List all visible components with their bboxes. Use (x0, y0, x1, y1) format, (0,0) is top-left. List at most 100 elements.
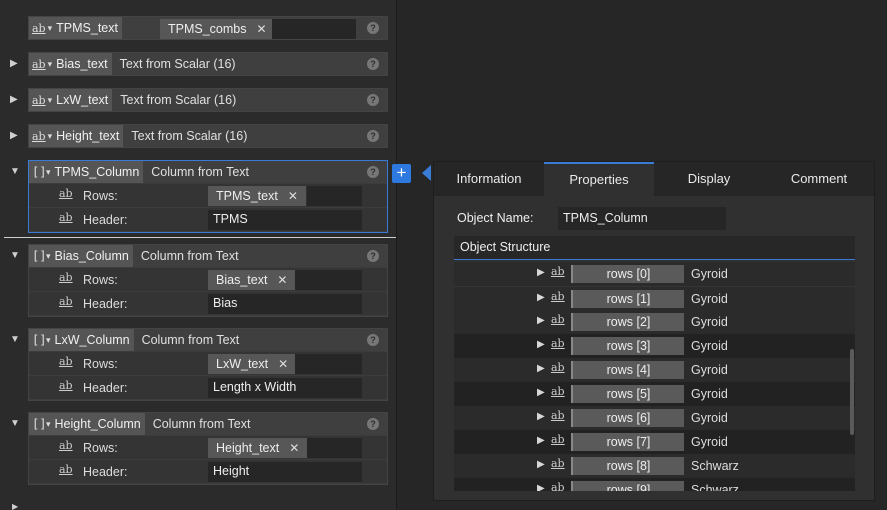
row-label: rows [9] (571, 481, 684, 491)
expand-arrow-icon[interactable]: ▶ (537, 315, 545, 326)
text-type-icon: ab (551, 385, 565, 398)
row-value: Gyroid (691, 315, 728, 329)
expand-arrow-icon[interactable]: ▶ (537, 483, 545, 491)
input-field[interactable] (307, 186, 362, 206)
scrollbar[interactable] (850, 349, 854, 435)
collapse-arrow-icon[interactable]: ▼ (10, 334, 20, 345)
structure-row[interactable]: ▶ ab rows [5] Gyroid (454, 382, 855, 406)
help-icon[interactable]: ? (367, 418, 379, 430)
node-tpms-column[interactable]: [] ▾ TPMS_Column Column from Text ? ab R… (28, 160, 388, 233)
node-description: Text from Scalar (16) (120, 93, 237, 107)
input-field[interactable] (295, 354, 362, 374)
remove-icon[interactable]: ✕ (278, 357, 288, 371)
node-type-selector[interactable]: [] ▾ Height_Column (29, 413, 145, 435)
node-type-selector[interactable]: [] ▾ Bias_Column (29, 245, 133, 267)
help-icon[interactable]: ? (367, 334, 379, 346)
object-structure-header[interactable]: Object Structure (454, 236, 855, 260)
help-icon[interactable]: ? (367, 94, 379, 106)
expand-arrow-icon[interactable]: ▶ (537, 435, 545, 446)
remove-icon[interactable]: ✕ (289, 441, 299, 455)
structure-row[interactable]: ▶ ab rows [7] Gyroid (454, 430, 855, 454)
remove-icon[interactable]: ✕ (257, 22, 267, 36)
expand-arrow-icon[interactable]: ▶ (537, 267, 545, 278)
separator (4, 237, 396, 238)
remove-icon[interactable]: ✕ (288, 189, 298, 203)
object-name-input[interactable]: TPMS_Column (558, 207, 726, 230)
add-button[interactable]: + (392, 164, 411, 183)
expand-arrow-icon[interactable]: ▶ (12, 502, 18, 510)
chip-label: Bias_text (216, 273, 268, 287)
structure-row[interactable]: ▶ ab rows [1] Gyroid (454, 286, 855, 310)
expand-arrow-icon[interactable]: ▶ (537, 459, 545, 470)
text-type-icon: ab (59, 355, 73, 368)
input-chip[interactable]: LxW_text ✕ (208, 354, 297, 374)
node-type-selector[interactable]: [] ▾ LxW_Column (29, 329, 134, 351)
help-icon[interactable]: ? (367, 58, 379, 70)
expand-arrow-icon[interactable]: ▶ (537, 292, 545, 303)
input-chip[interactable]: Height_text ✕ (208, 438, 308, 458)
node-name: Bias_text (56, 57, 108, 71)
collapse-arrow-icon[interactable]: ▼ (10, 166, 20, 177)
node-name: Height_text (56, 129, 120, 143)
header-input[interactable]: Length x Width (208, 378, 362, 398)
input-field[interactable] (295, 270, 362, 290)
expand-arrow-icon[interactable]: ▶ (10, 94, 18, 105)
text-type-icon: ab (32, 57, 46, 71)
structure-row[interactable]: ▶ ab rows [0] Gyroid (454, 262, 855, 286)
text-type-icon: ab (551, 433, 565, 446)
help-icon[interactable]: ? (367, 130, 379, 142)
object-name-label: Object Name: (457, 211, 534, 225)
input-field[interactable] (307, 438, 362, 458)
input-field[interactable] (272, 19, 356, 39)
structure-row[interactable]: ▶ ab rows [9] Schwarz (454, 478, 855, 491)
node-height-text[interactable]: ab ▾ Height_text Text from Scalar (16) ? (28, 124, 388, 148)
help-icon[interactable]: ? (367, 166, 379, 178)
row-label: rows [2] (571, 313, 684, 331)
node-height-column[interactable]: [] ▾ Height_Column Column from Text ? ab… (28, 412, 388, 485)
structure-row[interactable]: ▶ ab rows [6] Gyroid (454, 406, 855, 430)
expand-arrow-icon[interactable]: ▶ (10, 58, 18, 69)
node-type-selector[interactable]: ab ▾ Bias_text (29, 53, 112, 75)
node-type-selector[interactable]: [] ▾ TPMS_Column (29, 161, 144, 183)
expand-arrow-icon[interactable]: ▶ (537, 411, 545, 422)
expand-arrow-icon[interactable]: ▶ (10, 130, 18, 141)
input-chip[interactable]: Bias_text ✕ (208, 270, 296, 290)
node-type-selector[interactable]: ab ▾ Height_text (29, 125, 124, 147)
expand-arrow-icon[interactable]: ▶ (537, 387, 545, 398)
tab-properties[interactable]: Properties (544, 162, 654, 196)
object-structure-list[interactable]: ▶ ab rows [0] Gyroid ▶ ab rows [1] Gyroi… (454, 262, 855, 491)
collapse-arrow-icon[interactable]: ▼ (10, 418, 20, 429)
text-type-icon: ab (551, 290, 565, 303)
node-bias-column[interactable]: [] ▾ Bias_Column Column from Text ? ab R… (28, 244, 388, 317)
row-value: Gyroid (691, 267, 728, 281)
node-lxw-column[interactable]: [] ▾ LxW_Column Column from Text ? ab Ro… (28, 328, 388, 401)
rows-property: ab Rows: Height_text ✕ (29, 435, 387, 459)
text-type-icon: ab (32, 21, 46, 35)
header-input[interactable]: Bias (208, 294, 362, 314)
expand-arrow-icon[interactable]: ▶ (537, 339, 545, 350)
row-label: rows [1] (571, 290, 684, 308)
tab-comment[interactable]: Comment (764, 162, 874, 196)
row-value: Schwarz (691, 459, 739, 473)
node-type-selector[interactable]: ab ▾ TPMS_text (29, 17, 122, 39)
input-chip[interactable]: TPMS_text ✕ (208, 186, 306, 206)
collapse-arrow-icon[interactable]: ▼ (10, 250, 20, 261)
help-icon[interactable]: ? (367, 22, 379, 34)
structure-row[interactable]: ▶ ab rows [3] Gyroid (454, 334, 855, 358)
structure-row[interactable]: ▶ ab rows [2] Gyroid (454, 310, 855, 334)
structure-row[interactable]: ▶ ab rows [4] Gyroid (454, 358, 855, 382)
node-bias-text[interactable]: ab ▾ Bias_text Text from Scalar (16) ? (28, 52, 388, 76)
structure-row[interactable]: ▶ ab rows [8] Schwarz (454, 454, 855, 478)
remove-icon[interactable]: ✕ (277, 273, 287, 287)
tab-information[interactable]: Information (434, 162, 544, 196)
help-icon[interactable]: ? (367, 250, 379, 262)
node-type-selector[interactable]: ab ▾ LxW_text (29, 89, 113, 111)
tab-display[interactable]: Display (654, 162, 764, 196)
header-input[interactable]: Height (208, 462, 362, 482)
input-chip[interactable]: TPMS_combs ✕ (160, 19, 275, 39)
node-lxw-text[interactable]: ab ▾ LxW_text Text from Scalar (16) ? (28, 88, 388, 112)
node-tpms-text[interactable]: ab ▾ TPMS_text TPMS_combs ✕ ? (28, 16, 388, 40)
header-input[interactable]: TPMS (208, 210, 362, 230)
expand-arrow-icon[interactable]: ▶ (537, 363, 545, 374)
row-value: Gyroid (691, 339, 728, 353)
